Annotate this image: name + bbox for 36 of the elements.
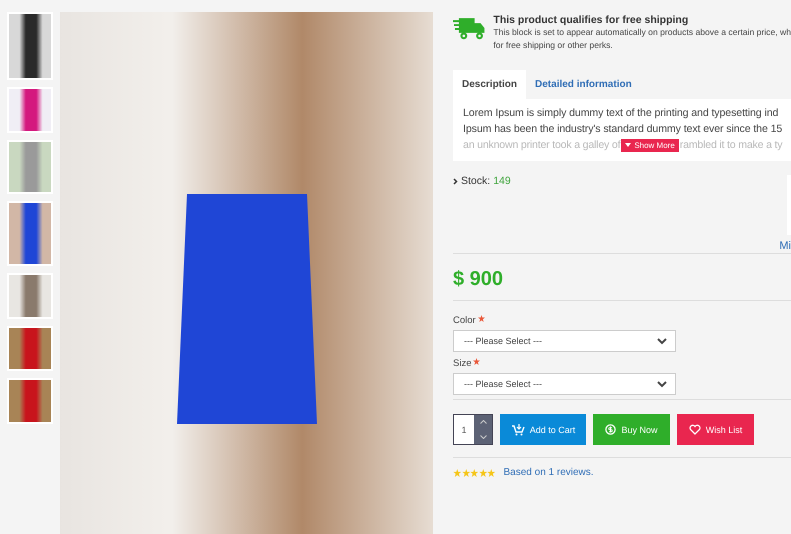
description-text: rambled it to make a ty (680, 138, 782, 153)
thumbnail-photo[interactable] (7, 273, 53, 319)
option-select[interactable]: --- Please Select --- (453, 330, 676, 352)
stock-label: Stock: (461, 175, 490, 187)
reviews-link[interactable]: Based on 1 reviews. (504, 467, 594, 478)
shipping-title: This product qualifies for free shipping (493, 14, 690, 26)
tab[interactable]: Description (453, 70, 526, 99)
description-text: an unknown printer took a galley of (463, 138, 620, 153)
option-select[interactable]: --- Please Select --- (453, 373, 676, 395)
description-text: Lorem Ipsum is simply dummy text of the printing and typesetting ind (463, 106, 780, 121)
cart-button[interactable]: Add to Cart (500, 414, 586, 445)
thumbnail-photo[interactable] (7, 201, 53, 266)
tab[interactable]: Detailed information (526, 70, 641, 99)
thumbnail-photo[interactable] (7, 140, 53, 194)
wish-button[interactable]: Wish List (677, 414, 754, 445)
chevron-down-icon (657, 338, 667, 344)
option-label: Size (453, 358, 472, 369)
shipping-text: for free shipping or other perks. (493, 39, 614, 52)
cart-icon (510, 424, 525, 436)
option-label: Color (453, 315, 476, 326)
thumbnail-photo[interactable] (7, 87, 53, 133)
thumbnail-photo[interactable] (7, 378, 53, 424)
thumbnail-photo[interactable] (7, 12, 53, 80)
side-link[interactable]: Mi (779, 240, 791, 252)
chevron-down-icon (657, 380, 667, 388)
heart-icon (688, 424, 701, 435)
show-more-button[interactable]: Show More (621, 138, 679, 152)
price: $ 900 (453, 267, 504, 292)
description-text: Ipsum has been the industry's standard dummy text ever since the 15 (463, 122, 784, 137)
buy-button[interactable]: Buy Now (593, 414, 670, 445)
caret-icon (625, 143, 632, 147)
dollar-coin-icon (605, 424, 616, 435)
chevron-icon (453, 178, 458, 185)
stock-value: 149 (493, 175, 511, 187)
thumbnail-photo[interactable] (7, 326, 53, 371)
shipping-text: This block is set to appear automatically on products above a certain price, wh (493, 26, 791, 39)
